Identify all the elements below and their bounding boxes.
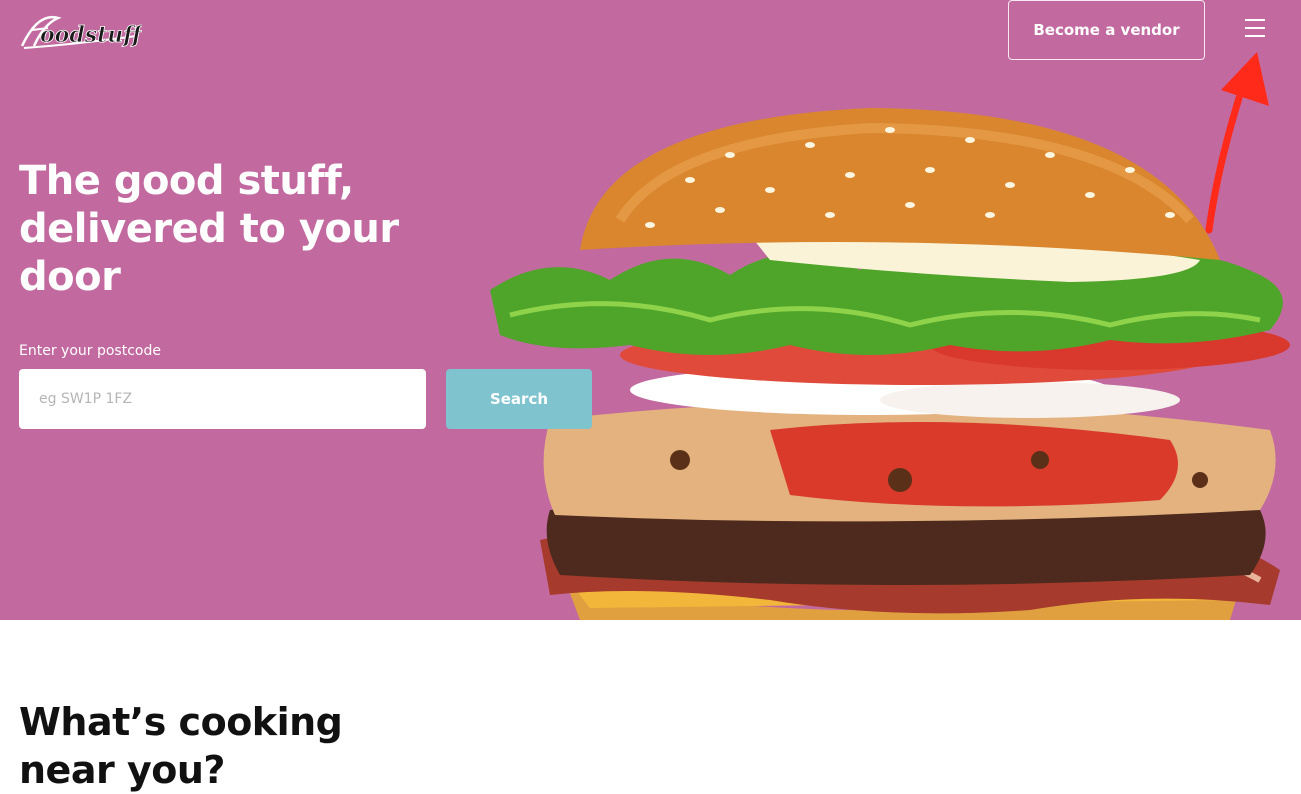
- red-arrow-icon: [1205, 52, 1269, 234]
- menu-line: [1245, 19, 1265, 21]
- menu-line: [1245, 27, 1265, 29]
- svg-text:oodstuff: oodstuff: [40, 22, 142, 48]
- burger-image: [490, 108, 1290, 620]
- foodstuff-logo[interactable]: oodstuff oodstuff: [18, 6, 146, 52]
- logo-icon: oodstuff oodstuff: [20, 15, 146, 49]
- section-title: What’s cooking near you?: [19, 700, 343, 792]
- postcode-label: Enter your postcode: [19, 343, 161, 359]
- menu-line: [1245, 35, 1265, 37]
- become-vendor-button[interactable]: Become a vendor: [1008, 0, 1205, 60]
- hero-section: oodstuff oodstuff Become a vendor The go…: [0, 0, 1301, 620]
- search-button[interactable]: Search: [446, 369, 592, 429]
- hamburger-menu-icon[interactable]: [1238, 14, 1272, 44]
- hero-title: The good stuff, delivered to your door: [19, 158, 399, 300]
- postcode-input[interactable]: [19, 369, 426, 429]
